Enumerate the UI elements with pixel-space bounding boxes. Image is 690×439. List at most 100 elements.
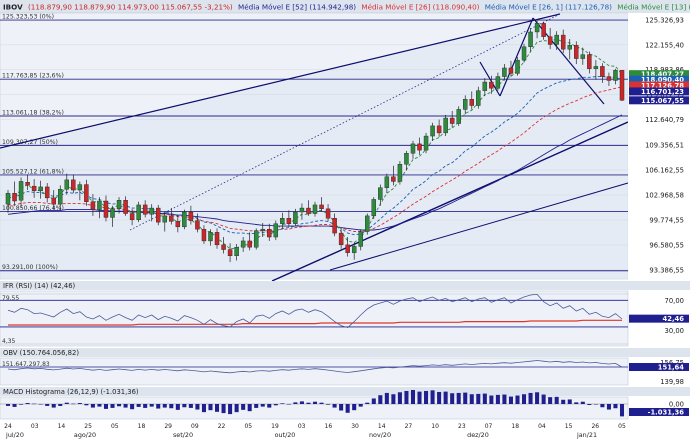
- candle-body: [221, 244, 226, 250]
- candle-body: [332, 218, 337, 234]
- macd-bar: [554, 396, 559, 404]
- symbol-label: IBOV: [3, 3, 23, 12]
- macd-title: MACD Histograma (26,12,9) (-1.031,36): [3, 388, 139, 396]
- macd-bar: [561, 399, 566, 404]
- candle-body: [567, 45, 572, 50]
- candle[interactable]: [182, 209, 187, 230]
- x-month-label: nov/20: [369, 431, 391, 439]
- macd-bar: [117, 404, 122, 407]
- fib-label: 105.527,12 (61,8%): [2, 168, 64, 175]
- macd-bar: [456, 392, 461, 404]
- macd-bar: [19, 404, 24, 405]
- candle-body: [123, 200, 128, 214]
- ema13-legend: Média Móvel E [13] (118.407,27): [617, 3, 690, 12]
- candle-body: [521, 46, 527, 61]
- price-panel[interactable]: 125.323,53 (0%) 117.763,85 (23,6%) 113.061…: [0, 12, 690, 282]
- macd-bar: [208, 404, 213, 411]
- macd-bar: [201, 404, 206, 413]
- candle-body: [482, 81, 488, 91]
- macd-bar: [580, 401, 585, 404]
- candle-body: [378, 187, 383, 200]
- candle-body: [90, 201, 96, 210]
- candle-body: [325, 208, 331, 219]
- macd-bar: [365, 402, 370, 404]
- macd-bar: [437, 391, 442, 404]
- candle-body: [580, 54, 586, 59]
- x-tick-label: 03: [298, 423, 306, 430]
- candle-body: [110, 208, 115, 218]
- rsi-level-label: 4,35: [2, 338, 16, 345]
- candle[interactable]: [397, 161, 403, 185]
- macd-bar: [339, 404, 344, 411]
- candle-body: [195, 220, 200, 230]
- candle[interactable]: [619, 70, 625, 102]
- x-tick-label: 05: [244, 423, 252, 430]
- macd-bar: [58, 404, 63, 406]
- macd-bar: [424, 390, 429, 404]
- macd-bar: [358, 404, 363, 407]
- candle-body: [142, 204, 148, 215]
- rsi-level-label: 79,55: [2, 295, 19, 302]
- obv-header: [0, 348, 690, 357]
- candle-body: [449, 117, 455, 124]
- obv-panel[interactable]: 151.647.297,83 156,75139,98151,64: [0, 357, 689, 386]
- macd-bar: [254, 404, 259, 408]
- price-tick-label: 99.774,55: [649, 216, 684, 224]
- obv-left-label: 151.647.297,83: [2, 361, 50, 368]
- price-tick-label: 125.326,93: [645, 17, 684, 25]
- macd-bar: [312, 401, 318, 404]
- candle-body: [560, 34, 566, 50]
- macd-bar: [32, 403, 37, 405]
- x-month-label: set/20: [173, 431, 193, 439]
- candle-body: [541, 23, 546, 37]
- candle-body: [436, 125, 442, 134]
- x-month-label: dez/20: [467, 431, 489, 439]
- macd-bar: [280, 403, 285, 404]
- macd-bar: [463, 392, 468, 404]
- macd-bar: [293, 402, 298, 404]
- candle[interactable]: [456, 106, 461, 126]
- candle[interactable]: [273, 220, 279, 241]
- candle-body: [129, 213, 135, 220]
- x-month-label: jul/20: [5, 431, 24, 439]
- macd-bar: [593, 404, 598, 405]
- macd-bar: [397, 392, 402, 404]
- x-tick-label: 18: [511, 423, 519, 430]
- candle[interactable]: [365, 213, 370, 235]
- candle-body: [515, 59, 520, 74]
- candle[interactable]: [443, 114, 448, 137]
- macd-bar: [417, 391, 422, 404]
- rsi-axis-label: 70,00: [665, 297, 684, 305]
- macd-bar: [45, 404, 50, 406]
- x-tick-label: 18: [138, 423, 146, 430]
- candle-body: [97, 200, 102, 210]
- rsi-header: [0, 281, 690, 290]
- ohlc-label: (118.879,90 118.879,90 114.973,00 115.06…: [28, 3, 233, 12]
- candle[interactable]: [371, 197, 377, 220]
- candle-body: [38, 186, 43, 192]
- x-tick-label: 07: [485, 423, 493, 430]
- candle-body: [358, 231, 363, 247]
- candle[interactable]: [253, 228, 259, 250]
- x-month-label: out/20: [275, 431, 296, 439]
- candle-body: [201, 228, 207, 242]
- rsi-panel[interactable]: 79,55 4,35 70,00 30,00 42,46: [0, 290, 689, 347]
- candle[interactable]: [156, 204, 161, 226]
- macd-bar: [156, 404, 161, 409]
- candle-body: [312, 204, 318, 214]
- x-tick-label: 10: [431, 423, 439, 430]
- macd-bar: [247, 404, 252, 412]
- candle[interactable]: [136, 201, 141, 223]
- macd-bar: [606, 404, 611, 410]
- macd-bar: [162, 404, 167, 408]
- macd-bar: [502, 394, 507, 404]
- obv-axis-label: 139,98: [660, 378, 684, 386]
- macd-bar: [567, 399, 572, 404]
- macd-bar: [188, 404, 193, 408]
- candle[interactable]: [423, 132, 429, 154]
- macd-bar: [574, 402, 579, 404]
- candle-body: [443, 117, 448, 134]
- macd-bar: [71, 403, 76, 405]
- x-tick-label: 09: [191, 423, 199, 430]
- candle-body: [58, 189, 63, 205]
